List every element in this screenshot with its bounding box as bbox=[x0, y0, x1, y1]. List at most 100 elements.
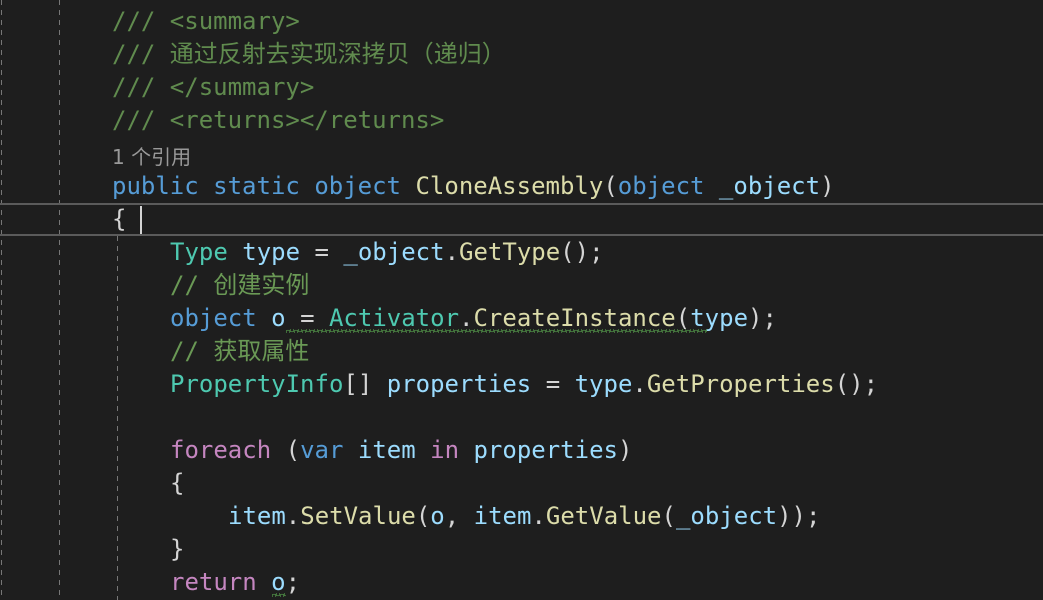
token-plain: , bbox=[444, 502, 474, 530]
code-line[interactable]: // 获取属性 bbox=[0, 335, 1043, 368]
token-plain: ) bbox=[617, 436, 633, 464]
token-keyword: object bbox=[617, 172, 705, 200]
token-codelens: 1 个引用 bbox=[112, 145, 192, 169]
token-doc: /// bbox=[112, 106, 170, 134]
token-plain: { bbox=[170, 469, 185, 497]
codelens-annotation[interactable]: 1 个引用 bbox=[0, 137, 1043, 173]
token-var: type bbox=[690, 304, 749, 332]
token-method: GetType bbox=[459, 238, 561, 266]
token-plain: = bbox=[545, 370, 561, 398]
token-plain: (); bbox=[560, 238, 604, 266]
code-line[interactable]: object o = Activator.CreateInstance(type… bbox=[0, 302, 1043, 335]
token-doc: /// bbox=[112, 40, 170, 68]
token-method: CloneAssembly bbox=[415, 172, 604, 200]
token-var: type bbox=[574, 370, 633, 398]
token-plain: ( bbox=[675, 304, 691, 332]
code-line[interactable]: PropertyInfo[] properties = type.GetProp… bbox=[0, 368, 1043, 401]
code-line[interactable] bbox=[0, 401, 1043, 434]
token-var: item bbox=[473, 502, 532, 530]
token-plain: ( bbox=[661, 502, 676, 530]
token-doc: </summary> bbox=[169, 73, 315, 101]
token-plain: ; bbox=[285, 568, 301, 596]
code-line[interactable]: /// <returns></returns> bbox=[0, 104, 1043, 137]
token-plain: . bbox=[531, 502, 546, 530]
code-line[interactable]: /// 通过反射去实现深拷贝（递归） bbox=[0, 38, 1043, 71]
code-line[interactable]: item.SetValue(o, item.GetValue(_object))… bbox=[0, 500, 1043, 533]
token-method: SetValue bbox=[300, 502, 416, 530]
token-plain: )); bbox=[777, 502, 821, 530]
token-type: Activator bbox=[328, 304, 460, 332]
token-plain: = bbox=[300, 304, 315, 332]
token-var: o bbox=[271, 304, 286, 332]
token-plain: ( bbox=[415, 502, 431, 530]
token-var: _object bbox=[718, 172, 821, 200]
token-keyword: object bbox=[314, 172, 402, 200]
token-doc: /// bbox=[112, 7, 170, 35]
token-comment: // bbox=[170, 271, 214, 299]
token-var: properties bbox=[473, 436, 618, 464]
token-plain: ( bbox=[603, 172, 618, 200]
token-ctrl: in bbox=[430, 436, 460, 464]
token-ctrl: return bbox=[170, 568, 257, 596]
token-keyword: object bbox=[170, 304, 257, 332]
token-var: item bbox=[228, 502, 286, 530]
token-plain: . bbox=[632, 370, 647, 398]
token-comment: 获取属性 bbox=[213, 337, 310, 365]
token-plain: . bbox=[459, 304, 474, 332]
code-editor[interactable]: /// <summary>/// 通过反射去实现深拷贝（递归）/// </sum… bbox=[0, 0, 1043, 600]
token-var: type bbox=[242, 238, 301, 266]
code-line[interactable]: return o; bbox=[0, 566, 1043, 599]
token-keyword: static bbox=[213, 172, 300, 200]
code-line[interactable]: Type type = _object.GetType(); bbox=[0, 236, 1043, 269]
token-plain: (); bbox=[834, 370, 879, 398]
token-plain: } bbox=[170, 535, 185, 563]
token-var: o bbox=[430, 502, 445, 530]
token-var: item bbox=[357, 436, 416, 464]
token-method: GetProperties bbox=[646, 370, 835, 398]
token-keyword: var bbox=[300, 436, 344, 464]
code-line[interactable]: { bbox=[0, 203, 1043, 236]
token-var: _object bbox=[675, 502, 778, 530]
token-comment: 创建实例 bbox=[213, 271, 310, 299]
token-var: _object bbox=[343, 238, 445, 266]
token-plain: . bbox=[285, 502, 301, 530]
code-line[interactable]: public static object CloneAssembly(objec… bbox=[0, 170, 1043, 203]
token-var: o bbox=[271, 568, 286, 596]
code-line[interactable]: // 创建实例 bbox=[0, 269, 1043, 302]
token-doc: 通过反射去实现深拷贝（递归） bbox=[169, 40, 506, 68]
token-comment: // bbox=[170, 337, 214, 365]
code-line[interactable]: /// <summary> bbox=[0, 5, 1043, 38]
token-doc: <summary> bbox=[169, 7, 300, 35]
code-line[interactable]: } bbox=[0, 533, 1043, 566]
token-plain: { bbox=[112, 205, 127, 233]
token-method: GetValue bbox=[545, 502, 662, 530]
token-plain: ( bbox=[285, 436, 301, 464]
token-plain: ); bbox=[748, 304, 777, 332]
token-plain: . bbox=[444, 238, 460, 266]
code-line[interactable]: { bbox=[0, 467, 1043, 500]
token-plain: ) bbox=[820, 172, 835, 200]
token-type: PropertyInfo bbox=[170, 370, 344, 398]
token-plain: = bbox=[314, 238, 329, 266]
token-method: CreateInstance bbox=[473, 304, 676, 332]
code-line[interactable]: foreach (var item in properties) bbox=[0, 434, 1043, 467]
token-doc: /// bbox=[112, 73, 170, 101]
token-ctrl: foreach bbox=[170, 436, 272, 464]
token-keyword: public bbox=[112, 172, 199, 200]
code-line[interactable]: /// </summary> bbox=[0, 71, 1043, 104]
token-doc: <returns></returns> bbox=[169, 106, 445, 134]
